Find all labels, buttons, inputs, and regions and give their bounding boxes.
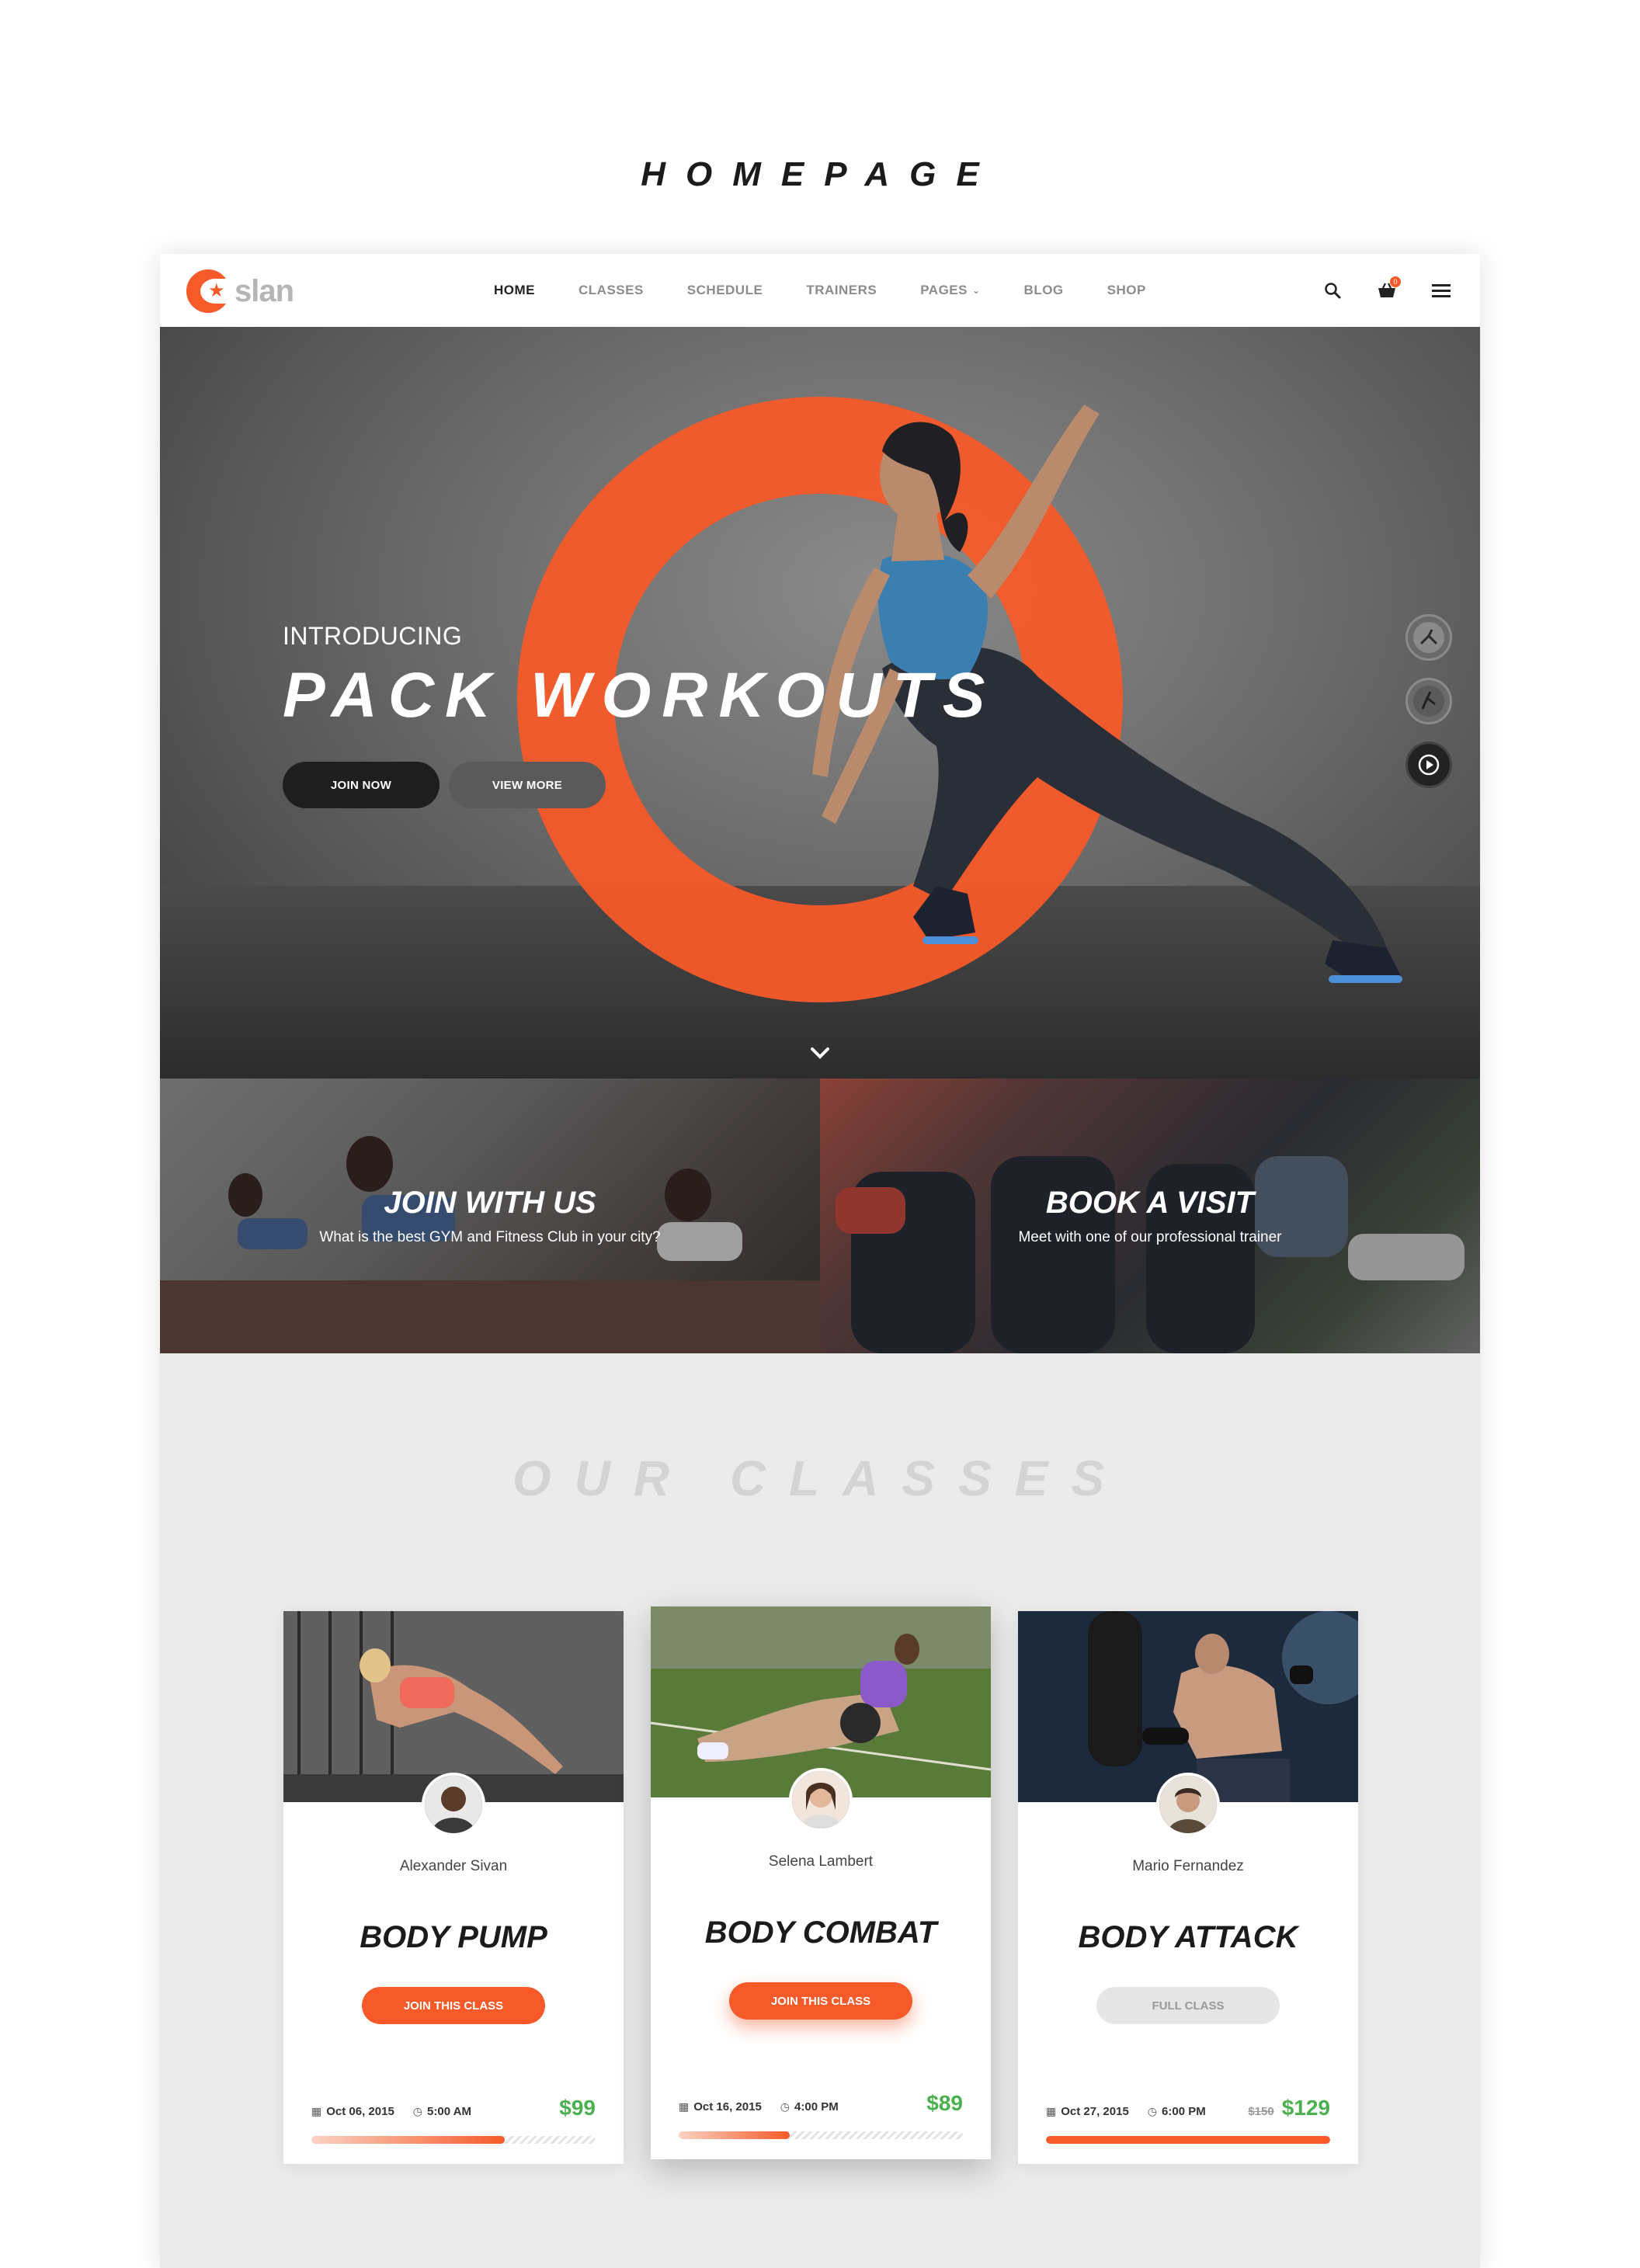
join-class-button[interactable]: JOIN THIS CLASS — [362, 1987, 545, 2024]
slide-thumb-2[interactable] — [1405, 678, 1452, 724]
cart-count-badge: 0 — [1390, 276, 1401, 287]
trainer-name: Selena Lambert — [768, 1853, 874, 1870]
nav-icons: 0 — [1294, 254, 1457, 327]
class-name: BODY COMBAT — [704, 1915, 937, 1950]
hero-intro: INTRODUCING — [283, 622, 463, 650]
calendar-icon: ▦ — [1046, 2105, 1057, 2117]
class-price: $89 — [926, 2091, 963, 2116]
calendar-icon: ▦ — [311, 2105, 322, 2117]
clock-icon: ◷ — [780, 2100, 790, 2113]
class-date: Oct 16, 2015 — [693, 2100, 762, 2113]
chevron-down-icon: ⌄ — [971, 285, 981, 296]
class-card-body-pump: Alexander Sivan BODY PUMP JOIN THIS CLAS… — [283, 1611, 624, 2164]
class-time: 6:00 PM — [1162, 2105, 1206, 2118]
promo-join[interactable]: JOIN WITH US What is the best GYM and Fi… — [160, 1078, 820, 1353]
menu-item-pages-label: PAGES — [920, 283, 968, 297]
price-value: $99 — [559, 2096, 596, 2120]
class-card-body-attack: Mario Fernandez BODY ATTACK FULL CLASS ▦… — [1018, 1611, 1358, 2164]
page-heading: HOMEPAGE — [641, 155, 999, 193]
class-schedule: ▦ Oct 06, 2015 ◷ 5:00 AM — [311, 2105, 471, 2118]
promo-book-title: BOOK A VISIT — [1045, 1186, 1255, 1220]
promo-join-subtitle: What is the best GYM and Fitness Club in… — [319, 1229, 661, 1245]
class-name: BODY ATTACK — [1078, 1920, 1298, 1954]
play-video-icon[interactable] — [1405, 742, 1452, 788]
logo[interactable]: ★ slan — [186, 268, 294, 314]
menu-item-blog[interactable]: BLOG — [1024, 283, 1064, 298]
class-schedule: ▦ Oct 16, 2015 ◷ 4:00 PM — [679, 2100, 839, 2113]
promo-book-subtitle: Meet with one of our professional traine… — [1018, 1229, 1282, 1245]
class-date: Oct 27, 2015 — [1061, 2105, 1129, 2118]
join-class-button[interactable]: JOIN THIS CLASS — [729, 1982, 912, 2020]
promo-book[interactable]: BOOK A VISIT Meet with one of our profes… — [820, 1078, 1480, 1353]
logo-mark-icon: ★ — [186, 269, 230, 313]
classes-section-title: OUR CLASSES — [512, 1450, 1128, 1506]
class-date: Oct 06, 2015 — [326, 2105, 394, 2118]
chevron-down-icon[interactable] — [804, 1041, 836, 1065]
menu-item-trainers[interactable]: TRAINERS — [806, 283, 877, 298]
clock-icon: ◷ — [412, 2105, 423, 2117]
hero-banner: INTRODUCING PACK WORKOUTS JOIN NOW VIEW … — [160, 327, 1480, 1078]
website-frame: ★ slan HOME CLASSES SCHEDULE TRAINERS PA… — [160, 254, 1480, 2268]
menu-item-home[interactable]: HOME — [494, 283, 535, 298]
avatar — [789, 1768, 853, 1832]
hero-title: PACK WORKOUTS — [283, 660, 996, 731]
menu-item-pages[interactable]: PAGES ⌄ — [920, 283, 980, 298]
calendar-icon: ▦ — [679, 2100, 690, 2113]
old-price: $150 — [1248, 2105, 1274, 2118]
class-schedule: ▦ Oct 27, 2015 ◷ 6:00 PM — [1046, 2105, 1206, 2118]
menu-icon[interactable] — [1426, 275, 1457, 306]
class-price: $150 $129 — [1248, 2096, 1330, 2120]
trainer-name: Mario Fernandez — [1132, 1858, 1244, 1874]
class-time: 4:00 PM — [794, 2100, 839, 2113]
price-value: $89 — [926, 2091, 963, 2115]
price-value: $129 — [1281, 2096, 1330, 2120]
capacity-bar — [1046, 2136, 1330, 2144]
avatar — [1156, 1773, 1220, 1836]
menu-item-schedule[interactable]: SCHEDULE — [687, 283, 763, 298]
capacity-bar — [679, 2131, 963, 2139]
avatar — [422, 1773, 485, 1836]
capacity-bar-fill — [679, 2131, 790, 2139]
search-icon[interactable] — [1317, 275, 1348, 306]
clock-icon: ◷ — [1147, 2105, 1158, 2117]
class-name: BODY PUMP — [360, 1920, 547, 1954]
slide-thumb-1[interactable] — [1405, 614, 1452, 661]
join-now-button[interactable]: JOIN NOW — [283, 762, 440, 808]
menu-item-shop[interactable]: SHOP — [1107, 283, 1146, 298]
cart-icon[interactable]: 0 — [1371, 275, 1402, 306]
slide-thumbnails — [1405, 614, 1452, 805]
capacity-bar-fill — [311, 2136, 505, 2144]
class-card-body-combat: Selena Lambert BODY COMBAT JOIN THIS CLA… — [651, 1606, 991, 2159]
class-time: 5:00 AM — [427, 2105, 471, 2118]
capacity-bar-fill — [1046, 2136, 1330, 2144]
logo-text: slan — [235, 273, 294, 308]
class-price: $99 — [559, 2096, 596, 2120]
top-navbar: ★ slan HOME CLASSES SCHEDULE TRAINERS PA… — [160, 254, 1480, 327]
view-more-button[interactable]: VIEW MORE — [449, 762, 606, 808]
full-class-button[interactable]: FULL CLASS — [1096, 1987, 1280, 2024]
capacity-bar — [311, 2136, 596, 2144]
trainer-name: Alexander Sivan — [399, 1858, 508, 1874]
menu-item-classes[interactable]: CLASSES — [579, 283, 644, 298]
promo-join-title: JOIN WITH US — [384, 1186, 596, 1220]
main-menu: HOME CLASSES SCHEDULE TRAINERS PAGES ⌄ BL… — [494, 254, 1190, 327]
